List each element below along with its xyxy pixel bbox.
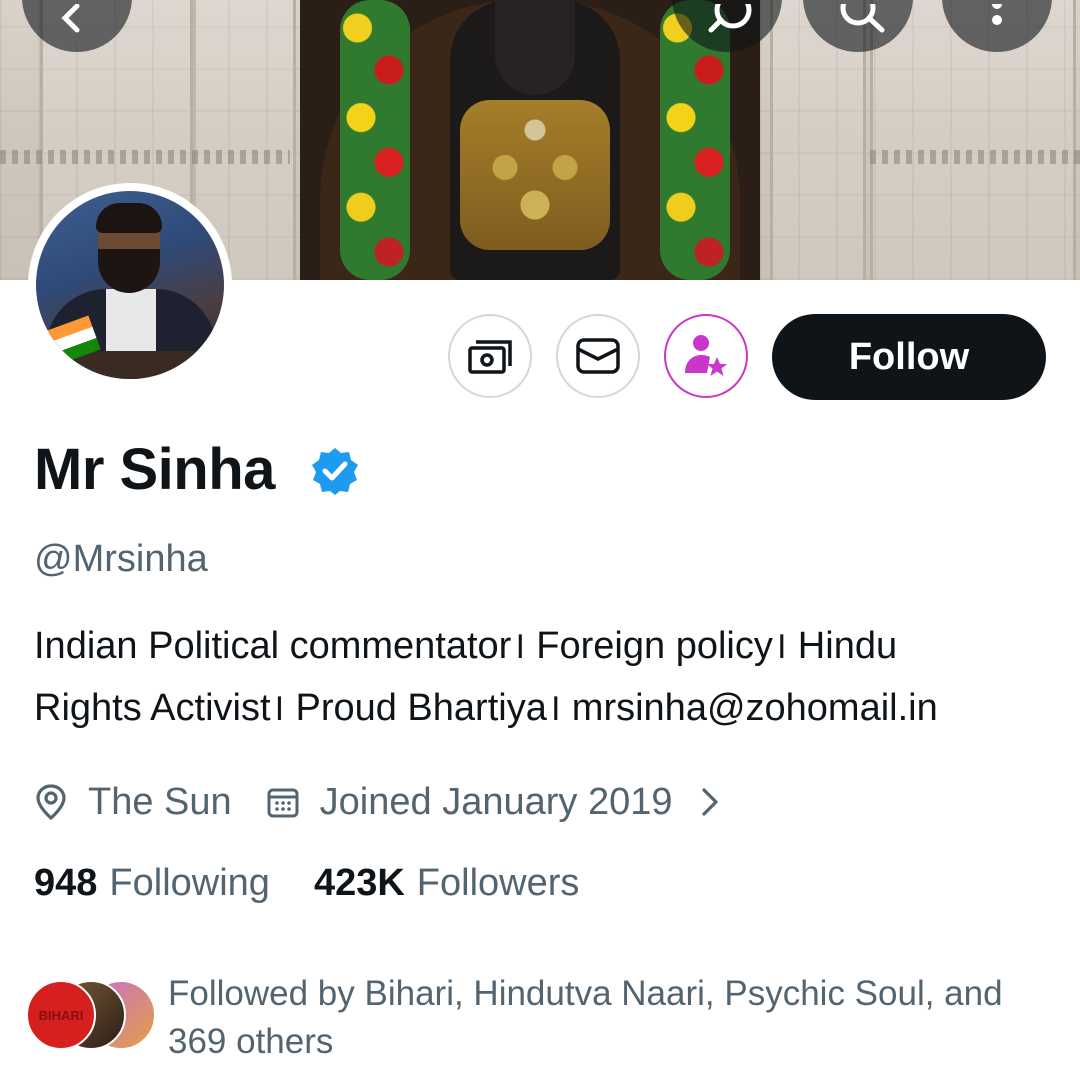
location: The Sun xyxy=(34,781,232,824)
search-icon xyxy=(840,4,885,33)
followers-count: 423K xyxy=(313,862,405,904)
message-button[interactable] xyxy=(556,314,640,398)
tip-jar-icon xyxy=(468,340,512,374)
followed-by-line: 369 others xyxy=(168,1022,334,1061)
follow-button[interactable]: Follow xyxy=(772,314,1046,400)
subscribe-icon xyxy=(685,335,727,376)
bio-line: Indian Political commentator। Foreign po… xyxy=(34,625,898,667)
following-link[interactable]: 948 Following xyxy=(34,862,270,905)
subscribe-button[interactable] xyxy=(664,314,748,398)
more-icon xyxy=(992,4,1002,25)
profile-avatar[interactable] xyxy=(28,183,232,387)
followed-by-avatars[interactable]: BIHARI xyxy=(26,980,156,1050)
followed-by-text[interactable]: Followed by Bihari, Hindutva Naari, Psyc… xyxy=(168,970,1058,1066)
followers-link[interactable]: 423K Followers xyxy=(314,862,579,905)
banner-shrine xyxy=(300,0,760,280)
avatar-photo xyxy=(36,191,224,379)
back-arrow-icon xyxy=(61,4,80,33)
following-count: 948 xyxy=(34,862,98,904)
banner-frieze xyxy=(870,150,1080,164)
profile-meta: The Sun Joined January 2019 xyxy=(34,775,720,829)
location-text: The Sun xyxy=(88,780,232,823)
flower-garland xyxy=(340,0,410,280)
followers-label: Followers xyxy=(416,862,580,904)
tip-button[interactable] xyxy=(448,314,532,398)
avatar: BIHARI xyxy=(26,980,96,1050)
followed-by-line: Followed by Bihari, Hindutva Naari, Psyc… xyxy=(168,974,1003,1013)
grok-icon xyxy=(708,4,752,33)
banner-idol xyxy=(450,0,620,280)
following-label: Following xyxy=(109,862,270,904)
calendar-icon xyxy=(267,788,299,818)
chevron-right-icon xyxy=(702,788,719,816)
profile-stats: 948 Following 423K Followers xyxy=(34,862,623,905)
verified-badge-icon[interactable] xyxy=(310,446,360,496)
profile-name: Mr Sinha xyxy=(34,437,275,502)
location-icon xyxy=(36,784,66,821)
message-icon xyxy=(576,338,620,374)
joined-date[interactable]: Joined January 2019 xyxy=(266,781,721,824)
joined-text: Joined January 2019 xyxy=(319,780,673,823)
avatar-text: BIHARI xyxy=(38,1007,84,1023)
banner-frieze xyxy=(0,150,290,164)
profile-handle: @Mrsinha xyxy=(34,538,208,580)
profile-bio: Indian Political commentator। Foreign po… xyxy=(34,615,1054,739)
bio-line: Rights Activist। Proud Bhartiya। mrsinha… xyxy=(34,687,938,729)
